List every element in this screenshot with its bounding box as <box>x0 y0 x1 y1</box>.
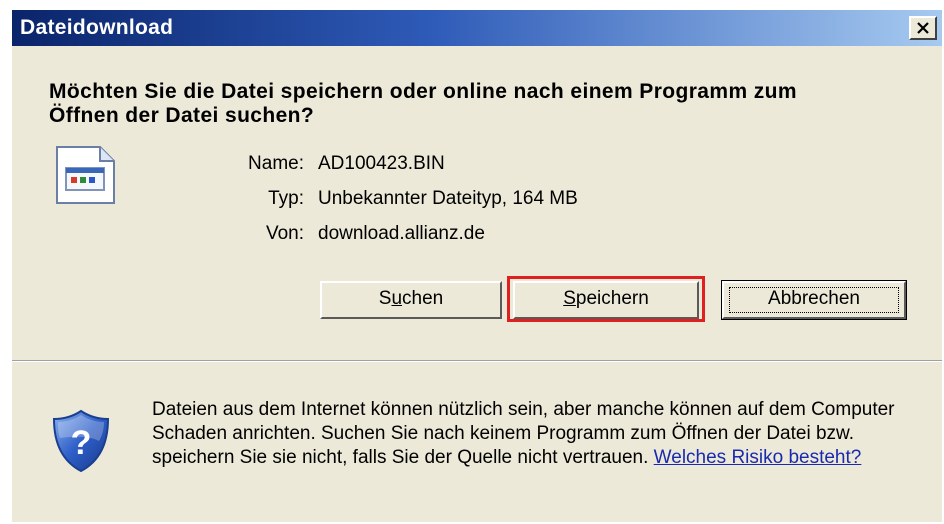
close-button[interactable] <box>909 16 937 40</box>
from-label: Von: <box>265 223 304 244</box>
risk-info-link[interactable]: Welches Risiko besteht? <box>654 447 862 468</box>
type-label: Typ: <box>268 188 304 209</box>
name-label: Name: <box>248 153 304 174</box>
svg-text:?: ? <box>71 424 92 462</box>
search-button-label-start: S <box>378 288 392 309</box>
save-button-mnemonic: S <box>563 288 576 309</box>
file-type-value: Unbekannter Dateityp, 164 MB <box>318 188 578 209</box>
file-name-value: AD100423.BIN <box>318 153 445 174</box>
separator <box>12 360 942 362</box>
question-text: Möchten Sie die Datei speichern oder onl… <box>49 80 797 127</box>
title-bar[interactable]: Dateidownload <box>12 10 942 46</box>
search-button-mnemonic: u <box>391 288 403 309</box>
window-title: Dateidownload <box>20 16 174 39</box>
shield-question-icon: ? <box>52 409 110 473</box>
save-button[interactable]: Speichern <box>513 281 699 319</box>
unknown-file-icon <box>56 146 115 204</box>
cancel-button[interactable]: Abbrechen <box>721 280 907 320</box>
file-download-dialog: Dateidownload Möchten Sie die Datei spei… <box>12 10 942 522</box>
close-icon <box>917 22 929 34</box>
focus-rectangle <box>729 287 899 313</box>
search-button-label-end: chen <box>402 288 444 309</box>
search-button[interactable]: Suchen <box>320 281 502 319</box>
file-source-value: download.allianz.de <box>318 223 485 244</box>
save-button-label-end: peichern <box>575 288 649 309</box>
security-warning: Dateien aus dem Internet können nützlich… <box>152 398 912 470</box>
